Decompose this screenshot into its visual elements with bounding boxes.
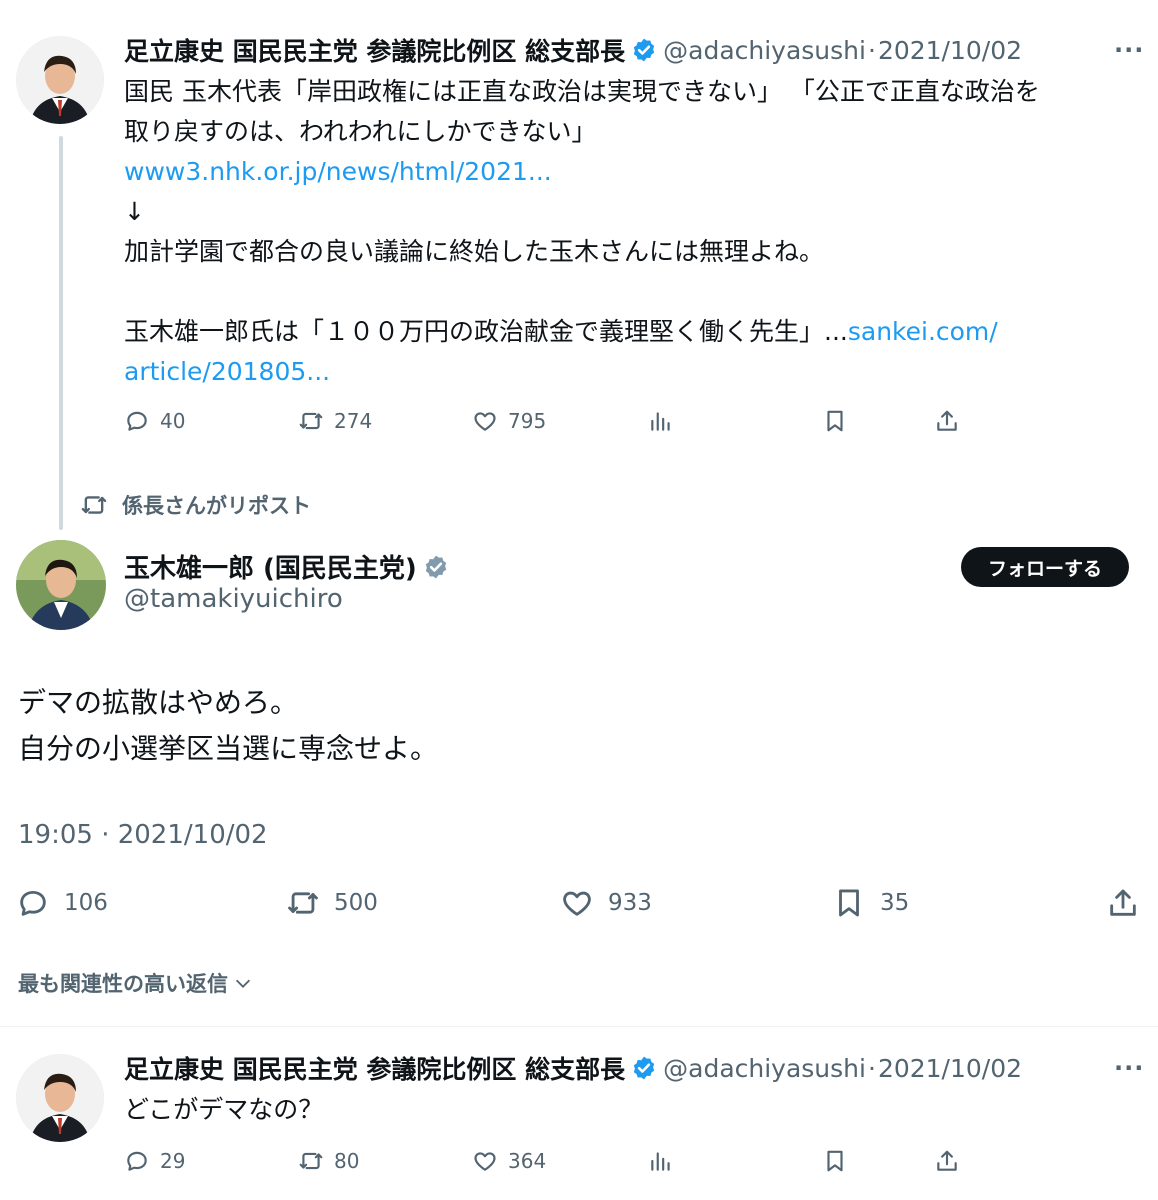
reply-icon [127,1151,147,1171]
views-button[interactable] [648,408,674,434]
share-icon [1110,889,1136,916]
tweet-text-line: デマの拡散はやめろ。 [18,686,299,719]
heart-icon [474,412,496,431]
tweet-header: 足立康史 国民民主党 参議院比例区 総支部長 @adachiyasushi · … [124,32,1022,68]
bookmark-button[interactable] [822,1148,848,1174]
reply-count: 29 [160,1149,186,1173]
repost-note-text: 係長さんがリポスト [122,494,311,518]
tweet-link[interactable]: www3.nhk.or.jp/news/html/2021... [124,152,552,192]
share-button[interactable] [934,1148,960,1174]
author-handle[interactable]: @adachiyasushi [663,36,866,65]
repost-note[interactable]: 係長さんがリポスト [80,490,311,520]
repost-count: 80 [334,1149,360,1173]
tweet-header: 足立康史 国民民主党 参議院比例区 総支部長 @adachiyasushi · … [124,1050,1022,1086]
divider [0,1026,1158,1027]
separator-dot: · [867,1053,876,1083]
repost-count: 500 [334,890,378,916]
bookmark-count: 35 [880,890,910,916]
more-icon[interactable]: ··· [1114,36,1144,64]
heart-icon [474,1152,496,1171]
repost-button[interactable]: 80 [298,1148,359,1174]
tweet-text-line: 自分の小選挙区当選に専念せよ。 [18,732,439,765]
author-handle[interactable]: @tamakiyuichiro [124,584,343,614]
verified-badge-icon[interactable] [631,1055,657,1081]
tweet-text-line: ↓ [124,197,145,226]
bookmark-icon [839,889,859,917]
views-button[interactable] [648,1148,674,1174]
repost-button[interactable]: 274 [298,408,372,434]
repost-icon [299,412,323,430]
avatar[interactable] [16,540,106,630]
bookmark-button[interactable] [822,408,848,434]
tweet-text: 玉木雄一郎氏は「１００万円の政治献金で義理堅く働く先生」... [124,317,848,346]
like-count: 364 [508,1149,547,1173]
reply-icon [127,411,147,431]
heart-icon [563,891,591,916]
reply-count: 40 [160,409,186,433]
like-button[interactable]: 364 [472,1148,546,1174]
tweet-timestamp[interactable]: 19:05 · 2021/10/02 [18,820,268,850]
repost-count: 274 [334,409,373,433]
verified-badge-icon[interactable] [423,554,449,580]
reply-button[interactable]: 40 [124,408,185,434]
thread-line [59,136,63,530]
replies-sort-label: 最も関連性の高い返信 [18,972,228,996]
reply-button[interactable]: 29 [124,1148,185,1174]
chevron-down-icon [235,979,251,988]
author-handle[interactable]: @adachiyasushi [663,1054,866,1083]
like-count: 933 [608,890,652,916]
repost-icon [288,892,318,914]
replies-sort-dropdown[interactable]: 最も関連性の高い返信 [18,968,254,998]
tweet-text-line: 加計学園で都合の良い議論に終始した玉木さんには無理よね。 [124,237,825,266]
repost-icon [81,496,107,514]
avatar[interactable] [16,36,104,124]
share-icon [937,410,957,431]
like-count: 795 [508,409,547,433]
repost-button[interactable]: 500 [286,886,378,920]
tweet-link[interactable]: article/201805... [124,352,330,392]
share-button[interactable] [1106,886,1140,920]
follow-button[interactable]: フォローする [961,547,1129,587]
reply-button[interactable]: 106 [16,886,108,920]
tweet-link[interactable]: sankei.com/ [848,317,998,346]
author-name[interactable]: 足立康史 国民民主党 参議院比例区 総支部長 [124,1050,625,1086]
verified-badge-icon[interactable] [631,37,657,63]
tweet-text-line: どこがデマなの？ [124,1095,324,1124]
tweet-text-line: 国民 玉木代表「岸田政権には正直な政治は実現できない」 「公正で正直な政治を [124,77,1040,106]
tweet-text-line: 玉木雄一郎氏は「１００万円の政治献金で義理堅く働く先生」...sankei.co… [124,312,998,352]
avatar[interactable] [16,1054,104,1142]
repost-icon [299,1152,323,1170]
share-icon [937,1150,957,1171]
tweet-header: 玉木雄一郎 (国民民主党) [124,548,455,585]
separator-dot: · [867,35,876,65]
author-name[interactable]: 玉木雄一郎 (国民民主党) [124,548,417,585]
bookmark-icon [827,1150,843,1172]
more-icon[interactable]: ··· [1114,1054,1144,1082]
tweet-date[interactable]: 2021/10/02 [878,1054,1022,1083]
reply-icon [20,890,46,916]
bookmark-button[interactable]: 35 [832,886,909,920]
handle-row: @tamakiyuichiro [124,584,343,614]
author-name[interactable]: 足立康史 国民民主党 参議院比例区 総支部長 [124,32,625,68]
tweet-date[interactable]: 2021/10/02 [878,36,1022,65]
like-button[interactable]: 795 [472,408,546,434]
reply-count: 106 [64,890,108,916]
bookmark-icon [827,410,843,432]
like-button[interactable]: 933 [560,886,652,920]
share-button[interactable] [934,408,960,434]
analytics-icon [651,1152,670,1171]
tweet-text-line: 取り戻すのは、われわれにしかできない」 [124,117,597,146]
analytics-icon [651,412,670,431]
